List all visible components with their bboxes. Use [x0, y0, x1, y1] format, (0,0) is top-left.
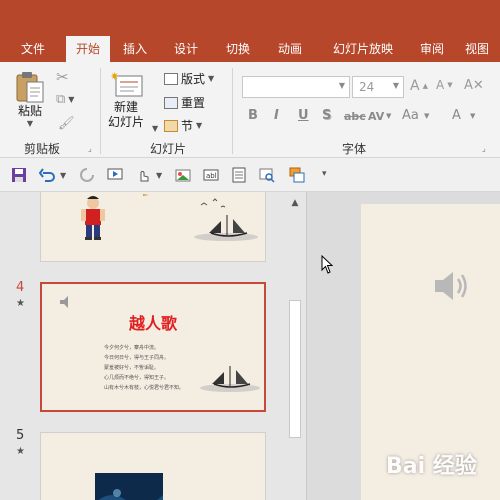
- poem-line: 今夕何夕兮，搴舟中流。: [104, 345, 160, 351]
- poem-line: 蒙羞被好兮，不訾诟耻。: [104, 365, 160, 371]
- section-button[interactable]: 节 ▼: [164, 117, 202, 134]
- format-painter-icon[interactable]: 🖌: [58, 116, 75, 131]
- reset-button[interactable]: 重置: [164, 94, 205, 111]
- new-slide-button[interactable]: ✷ 新建 幻灯片: [108, 70, 144, 130]
- char-spacing-button[interactable]: AV: [368, 110, 384, 123]
- bold-button[interactable]: B: [248, 108, 258, 123]
- star-icon: ★: [16, 298, 25, 309]
- search-icon[interactable]: [258, 167, 276, 183]
- textbox-icon[interactable]: abl: [202, 167, 220, 183]
- scroll-thumb[interactable]: [289, 300, 301, 438]
- slide-number: 5: [16, 428, 25, 443]
- svg-text:abl: abl: [206, 172, 217, 180]
- slide-image: [95, 473, 163, 500]
- tab-transitions[interactable]: 切换: [212, 36, 264, 62]
- clipboard-group-label: 剪贴板: [24, 142, 61, 156]
- shadow-button[interactable]: S: [322, 108, 331, 123]
- chevron-down-icon: ▼: [424, 112, 430, 120]
- chevron-down-icon[interactable]: ▼: [60, 171, 66, 180]
- tab-view[interactable]: 视图: [454, 36, 500, 62]
- font-size-select[interactable]: 24 ▼: [352, 76, 404, 98]
- ribbon-tabs: 文件 开始 插入 设计 切换 动画 幻灯片放映 审阅 视图: [0, 36, 500, 62]
- mouse-cursor-icon: [321, 255, 334, 274]
- save-icon[interactable]: [10, 167, 28, 183]
- slide-title: 越人歌: [128, 314, 177, 333]
- layout-button[interactable]: 版式 ▼: [164, 70, 214, 87]
- audio-icon[interactable]: [431, 266, 471, 306]
- slide-thumbnail[interactable]: [40, 192, 266, 262]
- slide-illustration: [81, 194, 258, 241]
- customize-toolbar-icon[interactable]: ▾: [322, 169, 327, 179]
- font-size-value: 24: [359, 80, 375, 94]
- section-label: 节: [181, 119, 194, 133]
- chevron-down-icon: ▼: [392, 81, 399, 90]
- svg-text:✷: ✷: [110, 70, 119, 83]
- table-icon[interactable]: [230, 167, 248, 183]
- paste-icon: [16, 72, 44, 103]
- divider: [100, 68, 101, 154]
- change-case-button[interactable]: Aa: [402, 108, 419, 123]
- star-icon: ★: [16, 446, 25, 457]
- thumbnail-scrollbar[interactable]: ▲: [288, 192, 302, 500]
- scroll-up-icon[interactable]: ▲: [288, 196, 302, 210]
- paste-button[interactable]: 粘贴 ▼: [14, 70, 46, 128]
- new-slide-label-2: 幻灯片: [108, 115, 145, 129]
- font-group-label: 字体: [342, 142, 367, 156]
- clear-format-icon[interactable]: A✕: [464, 78, 484, 93]
- new-slide-icon: ✷: [110, 70, 143, 97]
- tab-home[interactable]: 开始: [66, 36, 110, 62]
- layout-label: 版式: [181, 72, 206, 86]
- chevron-down-icon: ▼: [26, 119, 34, 128]
- poem-line: 今日何日兮，得与王子同舟。: [104, 355, 170, 361]
- redo-icon[interactable]: [78, 167, 96, 183]
- slide-thumbnail-selected[interactable]: 越人歌 今夕何夕兮，搴舟中流。 今日何日兮，得与王子同舟。 蒙羞被好兮，不訾诟耻…: [40, 282, 266, 412]
- tab-slideshow[interactable]: 幻灯片放映: [316, 36, 410, 62]
- watermark: Bai 经验: [386, 454, 477, 479]
- shape-icon[interactable]: [288, 167, 306, 183]
- strikethrough-icon[interactable]: abc: [344, 110, 366, 123]
- copy-icon[interactable]: ⧉ ▼: [56, 92, 74, 107]
- touch-mode-icon[interactable]: [134, 167, 152, 183]
- slide-number: 4: [16, 280, 25, 295]
- decrease-font-icon[interactable]: A ▼: [436, 78, 453, 92]
- paste-label: 粘贴: [17, 104, 42, 118]
- title-bar: [0, 0, 500, 36]
- cut-icon[interactable]: ✂: [56, 68, 69, 86]
- chevron-down-icon: ▼: [470, 112, 476, 120]
- undo-icon[interactable]: [38, 167, 56, 183]
- tab-review[interactable]: 审阅: [410, 36, 454, 62]
- quick-access-toolbar: ▼ ▼ abl ▾: [0, 158, 500, 192]
- divider: [232, 68, 233, 154]
- reset-label: 重置: [181, 96, 206, 110]
- slide-thumbnail[interactable]: [40, 432, 266, 500]
- italic-button[interactable]: I: [274, 108, 279, 123]
- slideshow-icon[interactable]: [106, 167, 124, 183]
- tab-file[interactable]: 文件: [0, 36, 66, 62]
- slides-group-label: 幻灯片: [150, 142, 187, 156]
- poem-line: 山有木兮木有枝，心悦君兮君不知。: [104, 385, 185, 391]
- chevron-down-icon: ▼: [338, 81, 345, 90]
- picture-icon[interactable]: [174, 167, 192, 183]
- layout-icon: [164, 72, 178, 85]
- increase-font-icon[interactable]: A ▲: [410, 78, 428, 94]
- dialog-launcher-icon[interactable]: ⌟: [482, 144, 486, 153]
- tab-design[interactable]: 设计: [160, 36, 212, 62]
- new-slide-label-1: 新建: [114, 100, 139, 114]
- underline-button[interactable]: U: [298, 108, 309, 123]
- chevron-down-icon: ▼: [152, 124, 159, 133]
- reset-icon: [164, 96, 178, 109]
- slide-thumbnail-pane[interactable]: 4 ★ 越人歌 今夕何夕兮，搴舟中流。 今日何日兮，得与王子同舟。 蒙羞被好兮，…: [0, 192, 306, 500]
- tab-insert[interactable]: 插入: [110, 36, 160, 62]
- font-name-select[interactable]: ▼: [242, 76, 350, 98]
- tab-animations[interactable]: 动画: [264, 36, 316, 62]
- dialog-launcher-icon[interactable]: ⌟: [88, 144, 92, 153]
- section-icon: [164, 119, 178, 132]
- chevron-down-icon: ▼: [208, 74, 215, 83]
- poem-line: 心几烦而不绝兮，得知王子。: [104, 375, 170, 381]
- chevron-down-icon: ▼: [196, 121, 203, 130]
- chevron-down-icon: ▼: [386, 112, 392, 120]
- font-color-button[interactable]: A: [452, 108, 461, 123]
- chevron-down-icon[interactable]: ▼: [156, 171, 162, 180]
